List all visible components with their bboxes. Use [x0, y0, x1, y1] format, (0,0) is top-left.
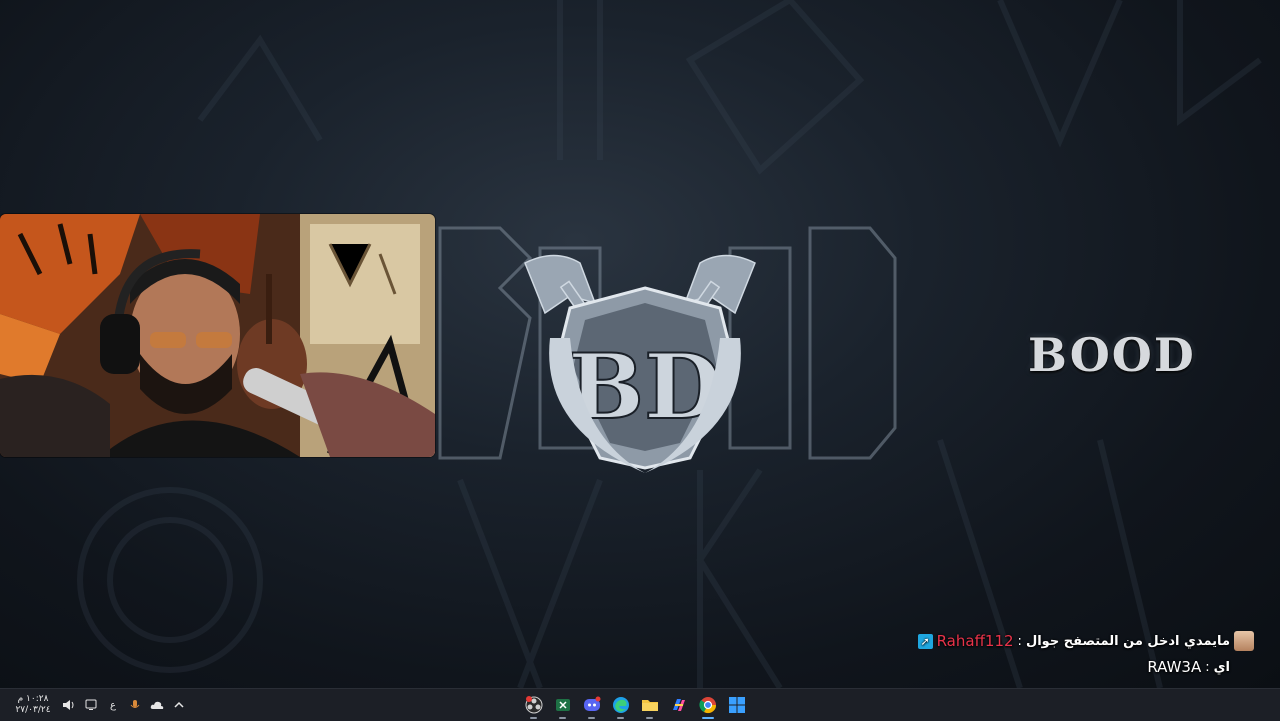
running-indicator: [559, 717, 566, 719]
running-indicator: [646, 717, 653, 719]
user-avatar: [1234, 631, 1254, 651]
chat-message: مايمدي ادخل من المتصفح جوال : Rahaff112 …: [917, 628, 1254, 654]
running-indicator: [617, 717, 624, 719]
start-icon[interactable]: [723, 689, 750, 721]
excel-icon[interactable]: [549, 689, 576, 721]
chat-overlay: مايمدي ادخل من المتصفح جوال : Rahaff112 …: [917, 628, 1254, 680]
clock-date: ٢٧/٠٣/٢٤: [15, 705, 51, 715]
microphone-icon[interactable]: [124, 689, 146, 721]
language-indicator[interactable]: ع: [102, 689, 124, 721]
onedrive-icon[interactable]: [146, 689, 168, 721]
obs-studio-icon[interactable]: [520, 689, 547, 721]
running-indicator: [530, 717, 537, 719]
volume-icon[interactable]: [58, 689, 80, 721]
edge-icon[interactable]: [607, 689, 634, 721]
chrome-icon[interactable]: [694, 689, 721, 721]
chat-separator: :: [1017, 633, 1022, 649]
chat-message: اي : RAW3A: [934, 654, 1254, 680]
taskbar-clock[interactable]: ١٠:٢٨ م ٢٧/٠٣/٢٤: [8, 694, 58, 716]
chat-separator: :: [1205, 659, 1210, 675]
brand-text: BOOD: [1028, 328, 1196, 382]
clock-time: ١٠:٢٨ م: [17, 694, 49, 704]
chat-message-text: اي: [1213, 659, 1230, 675]
copilot-icon[interactable]: [665, 689, 692, 721]
pin-icon: ➚: [917, 633, 933, 649]
network-icon[interactable]: [80, 689, 102, 721]
taskbar: ١٠:٢٨ م ٢٧/٠٣/٢٤ ع: [0, 688, 1280, 721]
chat-username: RAW3A: [1147, 658, 1202, 676]
chat-message-text: مايمدي ادخل من المتصفح جوال: [1025, 633, 1230, 649]
bood-crest-logo: BD: [438, 226, 897, 473]
pinned-apps: [520, 689, 750, 721]
webcam-feed: [0, 214, 435, 457]
active-indicator: [702, 717, 714, 719]
file-explorer-icon[interactable]: [636, 689, 663, 721]
discord-icon[interactable]: [578, 689, 605, 721]
chat-username: Rahaff112: [936, 632, 1014, 650]
system-tray: ١٠:٢٨ م ٢٧/٠٣/٢٤ ع: [0, 689, 190, 721]
stream-scene: BD BOOD مايمدي ادخل من المتصفح جوال : Ra…: [0, 0, 1280, 688]
show-hidden-icons-chevron[interactable]: [168, 689, 190, 721]
running-indicator: [588, 717, 595, 719]
